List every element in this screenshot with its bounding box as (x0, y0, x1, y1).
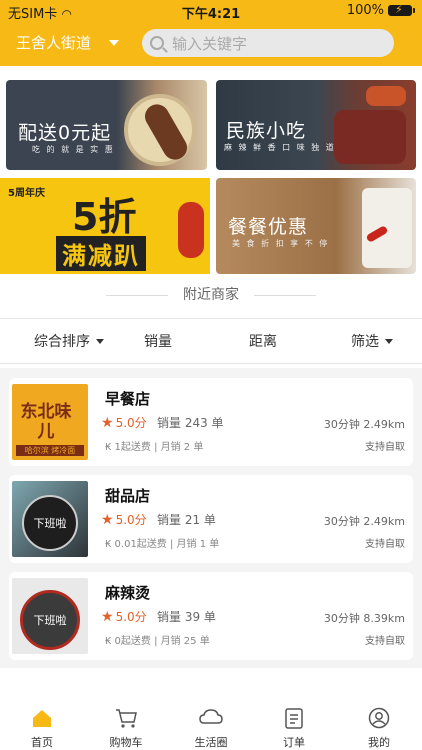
nearby-section-title: 附近商家 (0, 284, 422, 308)
banner-title: 配送0元起 (18, 122, 112, 144)
banner-free-delivery[interactable]: 配送0元起 吃 的 就 是 实 惠 (6, 80, 207, 170)
star-icon: ★ (101, 511, 114, 528)
banner-title: 5折 (72, 195, 137, 239)
battery-icon: ⚡ (388, 4, 415, 16)
shop-delivery-time: 30分钟 8.39km (323, 612, 405, 625)
shop-card[interactable]: 东北味儿 哈尔滨 烤冷面 早餐店 ★ 5.0分 销量 243 单 ₭ 1起送费 |… (9, 378, 413, 466)
shop-name: 早餐店 (105, 390, 151, 408)
shop-thumbnail: 下班啦 (12, 578, 88, 654)
bottom-tab-bar: 首页 购物车 生活圈 订单 我的 (0, 700, 422, 750)
home-icon (12, 706, 72, 730)
banner-subtitle: 满减趴 (56, 236, 146, 271)
banner-ethnic-snacks[interactable]: 民族小吃 麻 辣 鲜 香 口 味 独 道 (216, 80, 416, 170)
sort-by-sales[interactable]: 销量 (144, 331, 172, 351)
divider (106, 295, 168, 296)
banner-subtitle: 麻 辣 鲜 香 口 味 独 道 (224, 143, 336, 152)
sort-dropdown[interactable]: 综合排序 (34, 331, 104, 351)
shop-meta: ₭ 1起送费 | 月销 2 单 (105, 442, 204, 453)
cloud-icon (181, 706, 241, 730)
promo-banners: 配送0元起 吃 的 就 是 实 惠 民族小吃 麻 辣 鲜 香 口 味 独 道 5… (0, 70, 422, 276)
shop-sales: 销量 21 单 (157, 513, 216, 527)
tab-life-circle[interactable]: 生活圈 (181, 706, 241, 750)
shop-sales: 销量 243 单 (157, 416, 224, 430)
shop-card[interactable]: 下班啦 麻辣烫 ★ 5.0分 销量 39 单 ₭ 0起送费 | 月销 25 单 3… (9, 572, 413, 660)
banner-subtitle: 吃 的 就 是 实 惠 (32, 145, 115, 154)
shop-sales: 销量 39 单 (157, 610, 216, 624)
food-image (366, 86, 406, 106)
shop-card[interactable]: 下班啦 甜品店 ★ 5.0分 销量 21 单 ₭ 0.01起送费 | 月销 1 单… (9, 475, 413, 563)
food-image (334, 110, 406, 164)
shop-pickup: 支持自取 (365, 636, 405, 647)
divider (254, 295, 316, 296)
chevron-down-icon (109, 39, 120, 46)
shop-delivery-time: 30分钟 2.49km (323, 418, 405, 431)
tab-profile[interactable]: 我的 (349, 706, 409, 750)
search-placeholder: 输入关键字 (172, 34, 248, 53)
shop-rating: ★ 5.0分 (101, 608, 147, 625)
shop-name: 甜品店 (105, 487, 151, 505)
location-label: 王舍人街道 (16, 34, 92, 52)
thumb-subtext: 哈尔滨 烤冷面 (16, 445, 84, 456)
filter-dropdown[interactable]: 筛选 (351, 331, 393, 351)
shop-pickup: 支持自取 (365, 539, 405, 550)
search-input[interactable]: 输入关键字 (142, 29, 394, 57)
order-icon (264, 706, 324, 730)
banner-tag: 5周年庆 (8, 188, 45, 199)
top-header: 无SIM卡 ◠ 下午4:21 100% ⚡ 王舍人街道 输入关键字 (0, 0, 422, 66)
shop-meta: ₭ 0.01起送费 | 月销 1 单 (105, 539, 220, 550)
shop-meta: ₭ 0起送费 | 月销 25 单 (105, 636, 210, 647)
caret-down-icon (96, 338, 104, 344)
star-icon: ★ (101, 608, 114, 625)
filter-bar: 综合排序 销量 距离 筛选 (0, 318, 422, 364)
search-icon (150, 36, 164, 50)
thumb-text: 下班啦 (33, 517, 67, 530)
banner-title: 餐餐优惠 (228, 216, 309, 238)
star-icon: ★ (101, 414, 114, 431)
banner-half-price[interactable]: 5周年庆 5折 满减趴 (0, 178, 210, 274)
tab-cart[interactable]: 购物车 (96, 706, 156, 750)
shop-thumbnail: 下班啦 (12, 481, 88, 557)
thumb-text: 下班啦 (33, 614, 67, 627)
shop-rating: ★ 5.0分 (101, 414, 147, 431)
shop-name: 麻辣烫 (105, 584, 151, 602)
cart-icon (96, 706, 156, 730)
status-bar: 无SIM卡 ◠ 下午4:21 100% ⚡ (0, 0, 422, 22)
location-selector[interactable]: 王舍人街道 (16, 32, 120, 53)
food-image (362, 188, 412, 268)
battery-indicator: 100% ⚡ (347, 3, 415, 18)
caret-down-icon (385, 338, 393, 344)
shop-pickup: 支持自取 (365, 442, 405, 453)
tab-orders[interactable]: 订单 (264, 706, 324, 750)
banner-meal-discount[interactable]: 餐餐优惠 美 食 折 扣 享 不 停 (216, 178, 416, 274)
shop-list: 东北味儿 哈尔滨 烤冷面 早餐店 ★ 5.0分 销量 243 单 ₭ 1起送费 |… (0, 368, 422, 668)
shop-thumbnail: 东北味儿 哈尔滨 烤冷面 (12, 384, 88, 460)
sort-by-distance[interactable]: 距离 (249, 331, 277, 351)
food-image (178, 202, 204, 258)
shop-delivery-time: 30分钟 2.49km (323, 515, 405, 528)
tab-home[interactable]: 首页 (12, 706, 72, 750)
user-icon (349, 706, 409, 730)
banner-subtitle: 美 食 折 扣 享 不 停 (232, 239, 330, 248)
banner-title: 民族小吃 (226, 120, 307, 142)
thumb-text: 东北味儿 (20, 402, 72, 442)
shop-rating: ★ 5.0分 (101, 511, 147, 528)
